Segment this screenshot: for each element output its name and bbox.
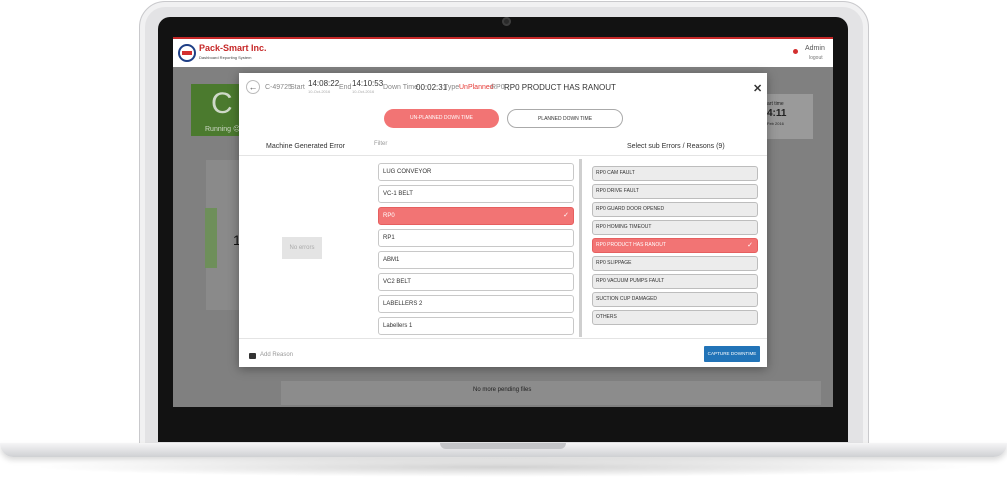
machine-item-label: RP0	[383, 213, 395, 219]
reason-item-label: RP0 PRODUCT HAS RANOUT	[596, 242, 666, 248]
background-green-block	[205, 208, 217, 268]
webcam-icon	[502, 17, 511, 26]
machine-item[interactable]: Labellers 1	[378, 317, 574, 335]
add-reason-link[interactable]: Add Reason	[260, 352, 293, 358]
no-errors-badge: No errors	[282, 237, 322, 259]
status-letter: C	[211, 87, 233, 120]
tab-unplanned[interactable]: UN-PLANNED DOWN TIME	[384, 109, 499, 128]
down-time-value: 00:02:31	[416, 83, 448, 92]
reason-item-label: OTHERS	[596, 314, 617, 320]
machine-item[interactable]: RP1	[378, 229, 574, 247]
laptop-shadow	[30, 457, 977, 477]
reason-item-label: RP0 HOMING TIMEOUT	[596, 224, 652, 230]
reason-item-label: RP0 DRIVE FAULT	[596, 188, 639, 194]
reason-item-selected[interactable]: RP0 PRODUCT HAS RANOUT ✓	[592, 238, 758, 253]
laptop-notch	[440, 443, 566, 449]
start-time: 14:08:22	[308, 79, 340, 88]
sub-errors-title: Select sub Errors / Reasons (9)	[627, 143, 725, 150]
machine-item-label: Labellers 1	[383, 323, 413, 329]
reason-item[interactable]: RP0 VACUUM PUMPS FAULT	[592, 274, 758, 289]
time-card-value: 4:11	[767, 108, 787, 119]
modal-title: RP0 PRODUCT HAS RANOUT	[504, 83, 616, 92]
brand-subtitle: Dashboard Reporting System	[199, 55, 252, 60]
machine-item-label: VC-1 BELT	[383, 191, 413, 197]
check-icon: ✓	[747, 242, 753, 249]
end-time: 14:10:53	[352, 79, 384, 88]
machine-item[interactable]: LUG CONVEYOR	[378, 163, 574, 181]
machine-item-label: LABELLERS 2	[383, 301, 423, 307]
logo-icon	[178, 44, 196, 62]
machine-item-label: ABM1	[383, 257, 400, 263]
machine-error-title: Machine Generated Error	[266, 143, 345, 150]
filter-input[interactable]: Filter	[374, 141, 387, 147]
reason-item-label: RP0 GUARD DOOR OPENED	[596, 206, 665, 212]
logout-link[interactable]: logout	[809, 55, 823, 61]
end-label: End	[339, 84, 352, 91]
machine-list[interactable]: LUG CONVEYOR VC-1 BELT RP0 ✓ RP1 ABM1 VC2…	[374, 159, 582, 337]
footer-divider	[239, 338, 767, 339]
time-card-label: art time	[767, 101, 784, 107]
close-icon[interactable]: ✕	[753, 82, 762, 95]
capture-downtime-button[interactable]: CAPTURE DOWNTIME	[704, 346, 760, 362]
start-date: 10-Oct-2016	[308, 89, 331, 94]
machine-item-selected[interactable]: RP0 ✓	[378, 207, 574, 225]
pending-bar	[281, 381, 821, 405]
status-dot-icon	[793, 49, 798, 54]
downtime-modal: ← C-49725 Start 14:08:22 10-Oct-2016 End…	[239, 73, 767, 367]
brand-title: Pack-Smart Inc.	[199, 43, 267, 53]
pending-text: No more pending files	[473, 387, 532, 393]
tab-planned[interactable]: PLANNED DOWN TIME	[507, 109, 623, 128]
status-label: Running ☹	[205, 126, 241, 133]
down-time-label: Down Time	[383, 84, 419, 91]
machine-item-label: LUG CONVEYOR	[383, 169, 432, 175]
machine-item-label: RP1	[383, 235, 395, 241]
reason-item[interactable]: RP0 SLIPPAGE	[592, 256, 758, 271]
type-value: UnPlanned	[459, 84, 494, 91]
reason-item[interactable]: RP0 DRIVE FAULT	[592, 184, 758, 199]
machine-item[interactable]: VC2 BELT	[378, 273, 574, 291]
job-id: C-49725	[265, 84, 292, 91]
reason-item-label: RP0 VACUUM PUMPS FAULT	[596, 278, 665, 284]
code-label: RP0	[491, 84, 505, 91]
reason-item[interactable]: RP0 CAM FAULT	[592, 166, 758, 181]
back-arrow-icon[interactable]: ←	[246, 80, 260, 94]
reason-item[interactable]: RP0 GUARD DOOR OPENED	[592, 202, 758, 217]
reason-item[interactable]: SUCTION CUP DAMAGED	[592, 292, 758, 307]
start-label: Start	[290, 84, 305, 91]
machine-item[interactable]: ABM1	[378, 251, 574, 269]
user-name[interactable]: Admin	[805, 45, 825, 52]
machine-item[interactable]: LABELLERS 2	[378, 295, 574, 313]
reason-item-label: SUCTION CUP DAMAGED	[596, 296, 658, 302]
machine-item[interactable]: VC-1 BELT	[378, 185, 574, 203]
reason-item[interactable]: OTHERS	[592, 310, 758, 325]
type-label: Type	[444, 84, 460, 91]
machine-item-label: VC2 BELT	[383, 279, 411, 285]
reason-item-label: RP0 SLIPPAGE	[596, 260, 632, 266]
app-header: Pack-Smart Inc. Dashboard Reporting Syst…	[173, 37, 833, 68]
reason-item-label: RP0 CAM FAULT	[596, 170, 635, 176]
check-icon: ✓	[563, 212, 569, 219]
reason-item[interactable]: RP0 HOMING TIMEOUT	[592, 220, 758, 235]
end-date: 10-Oct-2016	[352, 89, 375, 94]
comment-icon[interactable]	[249, 353, 256, 359]
header-divider	[239, 155, 767, 156]
time-card-date: Feb 2016	[767, 121, 784, 126]
